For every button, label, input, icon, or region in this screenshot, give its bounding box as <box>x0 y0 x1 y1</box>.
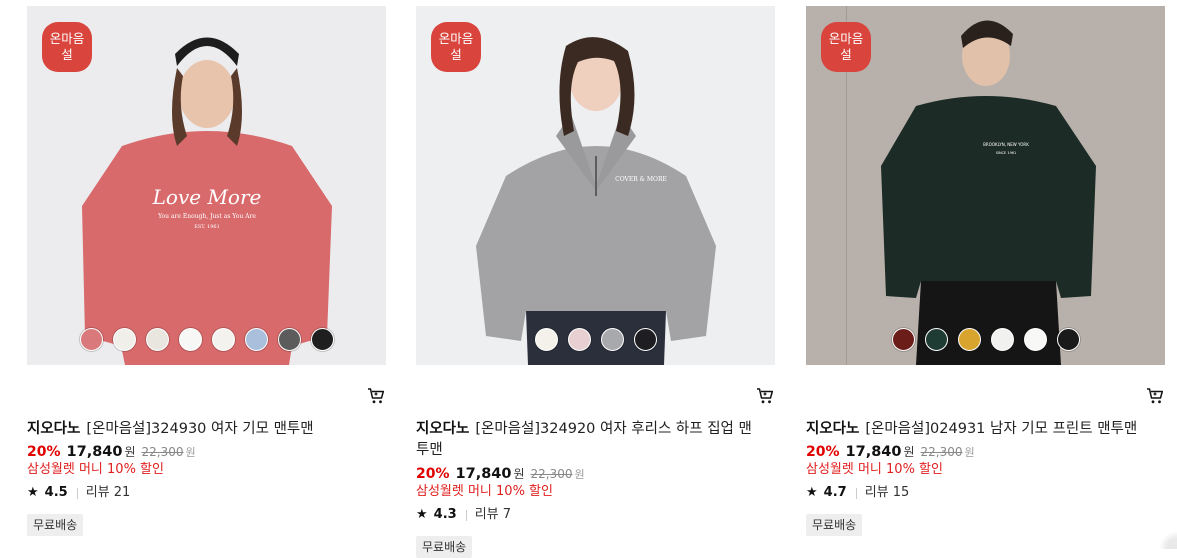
discount-rate: 20% <box>27 444 61 460</box>
payment-promo: 삼성월렛 머니 10% 할인 <box>806 462 943 477</box>
product-grid: Love More You are Enough, Just as You Ar… <box>27 6 1177 558</box>
rating-score: 4.7 <box>823 485 847 500</box>
svg-text:You are Enough, Just as You Ar: You are Enough, Just as You Are <box>157 213 256 220</box>
rating-score: 4.5 <box>44 485 68 500</box>
cart-icon[interactable] <box>756 387 774 405</box>
color-swatch[interactable] <box>600 328 624 351</box>
color-swatches <box>416 328 775 351</box>
currency-unit: 원 <box>903 445 915 459</box>
color-swatch[interactable] <box>1056 328 1080 351</box>
product-image[interactable]: BROOKLYN, NEW YORK SINCE 1961 온마음 설 <box>806 6 1165 365</box>
payment-promo: 삼성월렛 머니 10% 할인 <box>27 462 164 477</box>
cart-icon[interactable] <box>1146 387 1164 405</box>
product-card[interactable]: BROOKLYN, NEW YORK SINCE 1961 온마음 설 지오다노… <box>806 6 1166 549</box>
product-title[interactable]: 지오다노 [온마음설]024931 남자 기모 프린트 맨투맨 <box>806 419 1156 440</box>
badge-line-1: 온마음 <box>828 31 864 46</box>
color-swatches <box>806 328 1165 351</box>
color-swatch[interactable] <box>891 328 915 351</box>
rating-row: ★ 4.7 리뷰 15 <box>806 484 909 502</box>
original-currency-unit: 원 <box>964 446 975 459</box>
free-shipping-tag: 무료배송 <box>416 536 473 558</box>
product-card[interactable]: COVER & MORE 온마음 설 지오다노 [온마음설]324920 여자 후… <box>416 6 776 558</box>
price-row: 20% 17,840 원 22,300 원 <box>27 442 196 463</box>
color-swatch[interactable] <box>310 328 334 351</box>
price-row: 20% 17,840 원 22,300 원 <box>806 442 975 463</box>
free-shipping-tag: 무료배송 <box>806 514 863 536</box>
sale-price: 17,840 <box>66 444 123 460</box>
rating-row: ★ 4.5 리뷰 21 <box>27 484 130 502</box>
color-swatch[interactable] <box>957 328 981 351</box>
original-price: 22,300 <box>530 467 573 481</box>
badge-line-2: 설 <box>840 47 852 62</box>
original-price: 22,300 <box>920 445 963 459</box>
review-count: 리뷰 7 <box>474 507 512 522</box>
payment-promo: 삼성월렛 머니 10% 할인 <box>416 484 553 499</box>
product-image[interactable]: Love More You are Enough, Just as You Ar… <box>27 6 386 365</box>
badge-line-2: 설 <box>61 47 73 62</box>
discount-rate: 20% <box>806 444 840 460</box>
promo-badge: 온마음 설 <box>42 22 92 72</box>
divider <box>855 487 857 499</box>
color-swatches <box>27 328 386 351</box>
color-swatch[interactable] <box>633 328 657 351</box>
cart-icon[interactable] <box>367 387 385 405</box>
promo-badge: 온마음 설 <box>821 22 871 72</box>
sale-price: 17,840 <box>455 466 512 482</box>
color-swatch[interactable] <box>277 328 301 351</box>
price-row: 20% 17,840 원 22,300 원 <box>416 464 585 485</box>
divider <box>465 509 467 521</box>
star-icon: ★ <box>806 485 818 500</box>
product-card[interactable]: Love More You are Enough, Just as You Ar… <box>27 6 387 549</box>
badge-line-1: 온마음 <box>49 31 85 46</box>
original-price: 22,300 <box>141 445 184 459</box>
brand-name: 지오다노 <box>416 421 470 437</box>
color-swatch[interactable] <box>244 328 268 351</box>
product-title[interactable]: 지오다노 [온마음설]324920 여자 후리스 하프 집업 맨투맨 <box>416 419 761 461</box>
sale-price: 17,840 <box>845 444 902 460</box>
color-swatch[interactable] <box>79 328 103 351</box>
rating-row: ★ 4.3 리뷰 7 <box>416 506 511 524</box>
product-image[interactable]: COVER & MORE 온마음 설 <box>416 6 775 365</box>
product-name: [온마음설]024931 남자 기모 프린트 맨투맨 <box>865 421 1138 437</box>
promo-badge: 온마음 설 <box>431 22 481 72</box>
star-icon: ★ <box>416 507 428 522</box>
divider <box>76 487 78 499</box>
product-title[interactable]: 지오다노 [온마음설]324930 여자 기모 맨투맨 <box>27 419 377 440</box>
brand-name: 지오다노 <box>806 421 860 437</box>
color-swatch[interactable] <box>145 328 169 351</box>
review-count: 리뷰 15 <box>864 485 910 500</box>
star-icon: ★ <box>27 485 39 500</box>
svg-text:SINCE 1961: SINCE 1961 <box>996 151 1017 155</box>
free-shipping-tag: 무료배송 <box>27 514 84 536</box>
svg-text:COVER & MORE: COVER & MORE <box>615 176 667 183</box>
brand-name: 지오다노 <box>27 421 81 437</box>
scroll-indicator <box>1159 531 1177 549</box>
rating-score: 4.3 <box>433 507 457 522</box>
color-swatch[interactable] <box>567 328 591 351</box>
svg-text:BROOKLYN, NEW YORK: BROOKLYN, NEW YORK <box>983 142 1029 147</box>
badge-line-1: 온마음 <box>438 31 474 46</box>
svg-text:EST. 1961: EST. 1961 <box>194 224 220 230</box>
color-swatch[interactable] <box>112 328 136 351</box>
currency-unit: 원 <box>513 467 525 481</box>
review-count: 리뷰 21 <box>85 485 131 500</box>
color-swatch[interactable] <box>924 328 948 351</box>
currency-unit: 원 <box>124 445 136 459</box>
color-swatch[interactable] <box>211 328 235 351</box>
color-swatch[interactable] <box>1023 328 1047 351</box>
original-currency-unit: 원 <box>185 446 196 459</box>
color-swatch[interactable] <box>990 328 1014 351</box>
product-name: [온마음설]324930 여자 기모 맨투맨 <box>86 421 314 437</box>
color-swatch[interactable] <box>178 328 202 351</box>
svg-text:Love More: Love More <box>152 185 262 209</box>
original-currency-unit: 원 <box>574 468 585 481</box>
discount-rate: 20% <box>416 466 450 482</box>
color-swatch[interactable] <box>534 328 558 351</box>
badge-line-2: 설 <box>450 47 462 62</box>
